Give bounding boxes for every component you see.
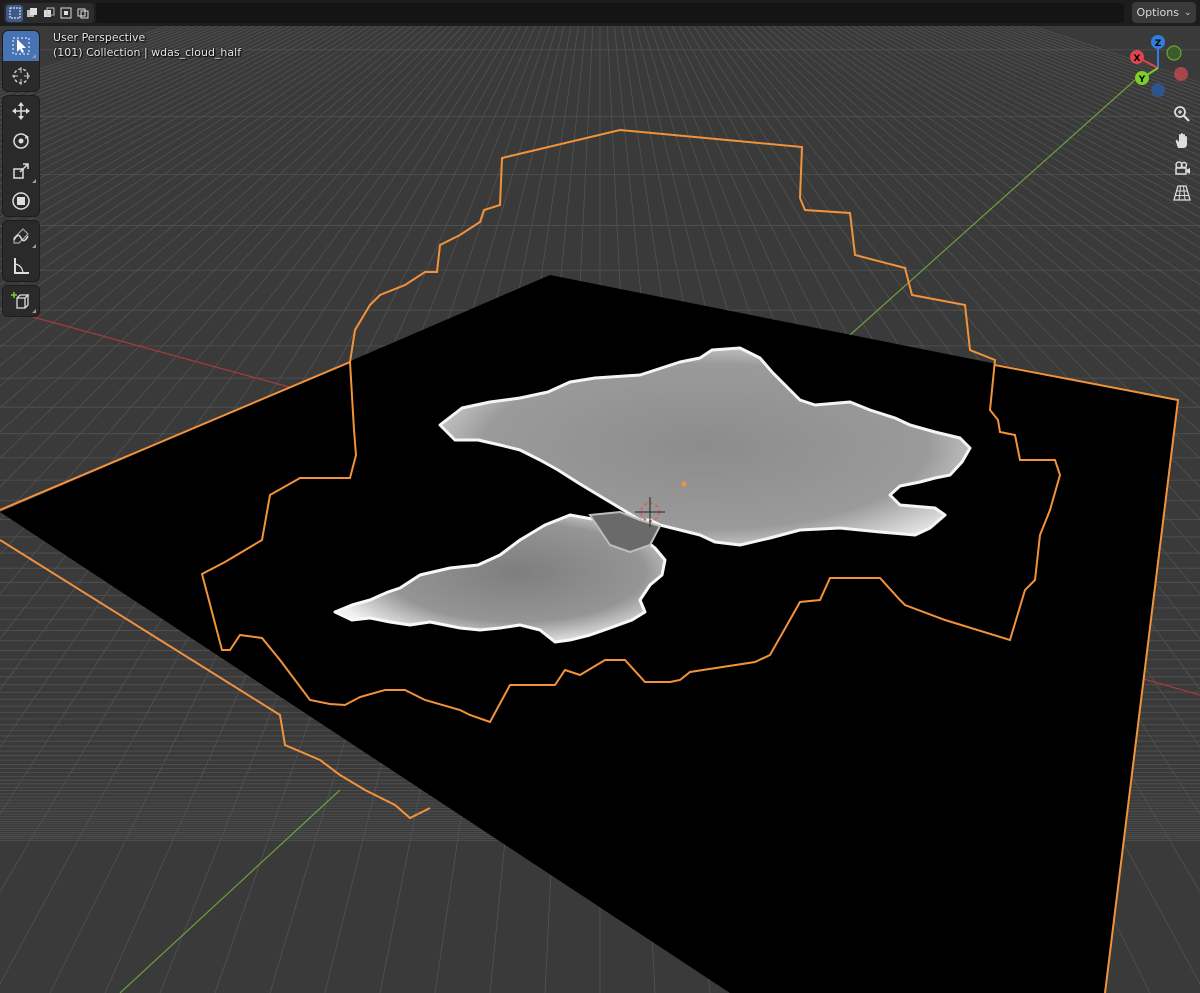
view-name-label: User Perspective — [53, 31, 146, 44]
add-cube-tool[interactable] — [3, 286, 39, 316]
chevron-down-icon: ⌄ — [1183, 7, 1192, 18]
transform-tool[interactable] — [3, 186, 39, 216]
tool-group-annotate — [3, 221, 39, 281]
measure-ruler-icon — [14, 258, 29, 274]
gizmo-neg-x — [1174, 67, 1188, 81]
zoom-icon — [1174, 106, 1190, 122]
annotate-tool[interactable] — [3, 221, 39, 251]
gizmo-y-label: Y — [1138, 75, 1146, 85]
cursor-tool[interactable] — [3, 61, 39, 91]
select-box-subtract-icon[interactable] — [40, 5, 57, 22]
gizmo-neg-z — [1151, 83, 1165, 97]
collection-info-label: (101) Collection | wdas_cloud_half — [53, 46, 242, 59]
select-box-extend-icon[interactable] — [23, 5, 40, 22]
pan-hand-icon — [1175, 133, 1187, 148]
blender-3d-viewport-app: Options ⌄ User Perspective (101) Collect… — [0, 0, 1200, 993]
add-cube-icon — [11, 292, 30, 309]
ortho-grid-icon — [1173, 185, 1191, 201]
select-mode-group — [4, 3, 94, 23]
options-label: Options — [1136, 6, 1179, 19]
options-dropdown[interactable]: Options ⌄ — [1132, 2, 1196, 23]
ortho-toggle-button[interactable] — [1168, 182, 1196, 204]
select-arrow-icon — [12, 37, 30, 55]
scale-icon — [13, 163, 29, 179]
transform-icon — [12, 192, 30, 210]
header-empty-area — [96, 3, 1124, 23]
gizmo-z-label: Z — [1155, 39, 1162, 49]
rotate-tool[interactable] — [3, 126, 39, 156]
select-box-intersect-icon[interactable] — [74, 5, 91, 22]
annotate-pencil-icon — [13, 228, 29, 244]
scale-tool[interactable] — [3, 156, 39, 186]
gizmo-neg-y — [1166, 45, 1182, 61]
gizmo-x-label: X — [1134, 54, 1141, 64]
select-box-tool[interactable] — [3, 31, 39, 61]
object-origin-dot — [681, 481, 687, 487]
move-tool[interactable] — [3, 96, 39, 126]
tool-shelf — [3, 31, 39, 321]
measure-tool[interactable] — [3, 251, 39, 281]
navigation-gizmo[interactable]: Z X Y — [1112, 30, 1200, 110]
viewport-header: Options ⌄ — [0, 0, 1200, 26]
tool-group-select — [3, 31, 39, 91]
zoom-button[interactable] — [1168, 103, 1196, 125]
rotate-icon — [13, 133, 29, 149]
camera-view-icon — [1175, 161, 1190, 175]
select-box-new-icon[interactable] — [6, 4, 23, 22]
pan-button[interactable] — [1168, 130, 1196, 152]
viewport-canvas[interactable] — [0, 0, 1200, 993]
tool-group-transform — [3, 96, 39, 216]
move-arrows-icon — [12, 102, 30, 120]
select-box-invert-icon[interactable] — [57, 5, 74, 22]
tool-group-add — [3, 286, 39, 316]
cursor-crosshair-icon — [12, 67, 30, 85]
camera-view-button[interactable] — [1168, 157, 1196, 179]
